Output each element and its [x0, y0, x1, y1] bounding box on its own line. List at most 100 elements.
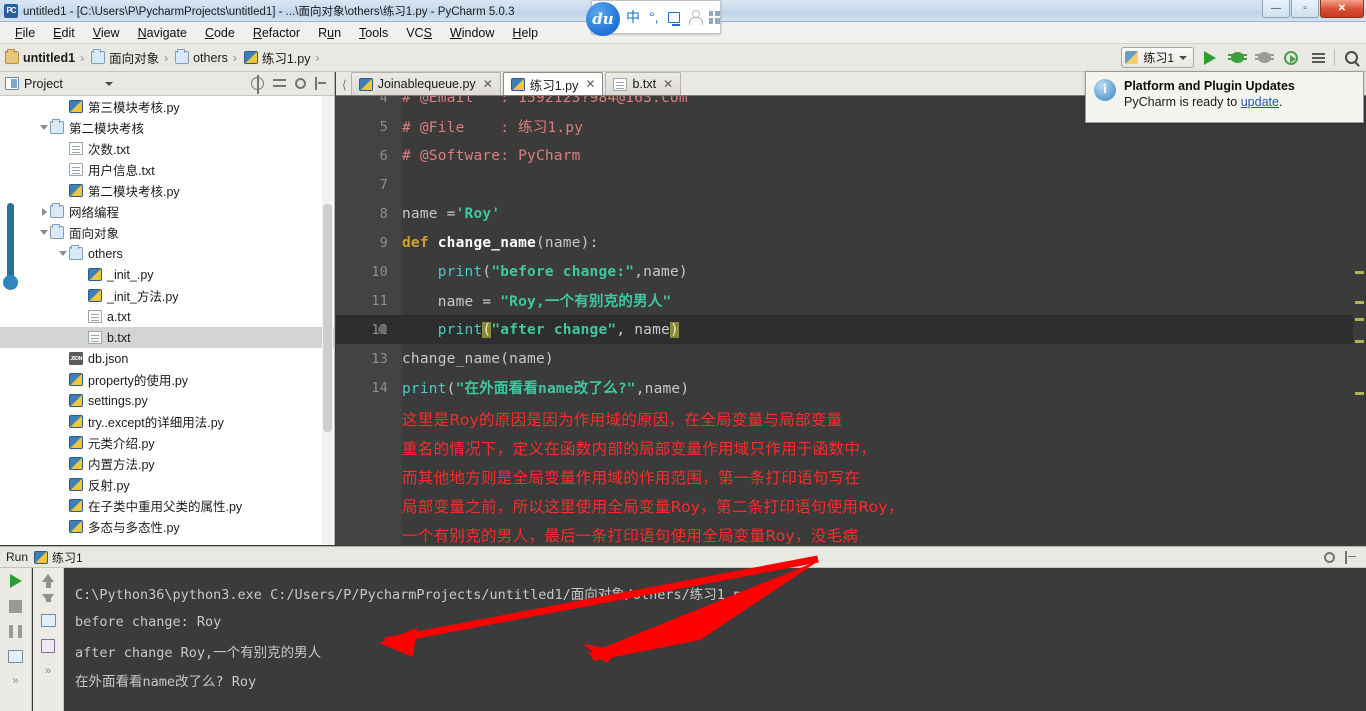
scroll-down-button[interactable] — [42, 594, 54, 602]
run-panel-config[interactable]: 练习1 — [34, 549, 83, 566]
menu-item-vcs[interactable]: VCS — [397, 24, 441, 42]
menu-item-window[interactable]: Window — [441, 24, 503, 42]
tab-scroll-left-icon[interactable]: ⟨ — [342, 78, 347, 92]
tree-item[interactable]: 用户信息.txt — [0, 159, 334, 180]
run-button[interactable] — [1199, 47, 1221, 69]
maximize-button[interactable]: ▫ — [1291, 0, 1319, 18]
tree-item[interactable]: 多态与多态性.py — [0, 516, 334, 537]
tree-item[interactable]: a.txt — [0, 306, 334, 327]
tree-item[interactable]: 反射.py — [0, 474, 334, 495]
tree-item[interactable]: 次数.txt — [0, 138, 334, 159]
code-line-6[interactable]: 6 # @Software: PyCharm — [336, 141, 1366, 170]
tree-item[interactable]: 第二模块考核.py — [0, 180, 334, 201]
notification-balloon[interactable]: i Platform and Plugin Updates PyCharm is… — [1085, 71, 1364, 123]
editor-tab-2[interactable]: b.txt ✕ — [605, 72, 682, 95]
tree-item[interactable]: 在子类中重用父类的属性.py — [0, 495, 334, 516]
project-tree-panel[interactable]: 第三模块考核.py 第二模块考核 次数.txt 用户信息.txt 第二模块考核.py 网络… — [0, 96, 335, 545]
scroll-up-button[interactable] — [42, 574, 54, 588]
warning-marker[interactable] — [1355, 340, 1364, 343]
project-scrollbar[interactable] — [322, 96, 333, 545]
menu-item-help[interactable]: Help — [503, 24, 547, 42]
ime-chinese-mode-icon[interactable]: 中 — [626, 7, 640, 27]
person-icon[interactable] — [689, 10, 704, 25]
keyboard-icon[interactable] — [667, 11, 680, 26]
breadcrumb-item-0[interactable]: untitled1 — [5, 49, 75, 65]
baidu-ime-logo[interactable]: du — [586, 2, 620, 36]
tree-item[interactable]: _init_.py — [0, 264, 334, 285]
tree-item[interactable]: 网络编程 — [0, 201, 334, 222]
tree-item[interactable]: JSON db.json — [0, 348, 334, 369]
print-button[interactable] — [8, 650, 23, 663]
chevron-down-icon[interactable] — [104, 81, 113, 86]
coverage-button[interactable] — [1253, 47, 1275, 69]
menu-item-refactor[interactable]: Refactor — [244, 24, 309, 42]
clear-all-button[interactable] — [41, 639, 55, 653]
close-icon[interactable]: ✕ — [483, 77, 493, 91]
warning-marker[interactable] — [1355, 271, 1364, 274]
target-icon[interactable] — [251, 75, 264, 94]
tree-item[interactable]: 第三模块考核.py — [0, 96, 334, 117]
close-icon[interactable]: ✕ — [585, 77, 595, 91]
menu-item-edit[interactable]: Edit — [44, 24, 84, 42]
code-line-12[interactable]: 12 print("after change", name) — [336, 315, 1366, 344]
code-line-10[interactable]: 10 print("before change:",name) — [336, 257, 1366, 286]
grid-icon[interactable] — [708, 10, 721, 24]
warning-marker[interactable] — [1355, 392, 1364, 395]
code-line-13[interactable]: 13 change_name(name) — [336, 344, 1366, 373]
run-console-output[interactable]: C:\Python36\python3.exe C:/Users/P/Pycha… — [65, 568, 1366, 711]
tree-item[interactable]: others — [0, 243, 334, 264]
code-editor[interactable]: 4 # @Email : 1592123?984@163.com 5 # @File … — [336, 96, 1366, 545]
hide-panel-icon[interactable] — [315, 77, 328, 90]
run-configuration-selector[interactable]: 练习1 — [1121, 47, 1194, 68]
code-line-14[interactable]: 14 print("在外面看看name改了么?",name) — [336, 373, 1366, 402]
breadcrumb-item-1[interactable]: 面向对象 — [91, 48, 159, 67]
tree-item[interactable]: b.txt — [0, 327, 334, 348]
menu-item-run[interactable]: Run — [309, 24, 350, 42]
menu-item-tools[interactable]: Tools — [350, 24, 397, 42]
settings-gear-icon[interactable] — [1324, 551, 1335, 563]
hide-panel-icon[interactable] — [1345, 550, 1358, 564]
chevron-right-icon[interactable] — [38, 206, 50, 218]
soft-wrap-button[interactable] — [40, 614, 56, 627]
ime-punctuation-icon[interactable]: °, — [649, 9, 659, 25]
minimize-button[interactable]: — — [1262, 0, 1290, 18]
warning-marker[interactable] — [1355, 301, 1364, 304]
menu-item-code[interactable]: Code — [196, 24, 244, 42]
tree-item[interactable]: property的使用.py — [0, 369, 334, 390]
stop-button[interactable] — [9, 600, 22, 613]
ime-floating-toolbar[interactable]: du 中 °, — [586, 0, 721, 36]
code-line-9[interactable]: 9 def change_name(name): — [336, 228, 1366, 257]
collapse-all-icon[interactable] — [273, 77, 286, 90]
tree-item[interactable]: _init_方法.py — [0, 285, 334, 306]
tree-item[interactable]: 元类介绍.py — [0, 432, 334, 453]
update-link[interactable]: update — [1241, 95, 1279, 109]
editor-tab-0[interactable]: Joinablequeue.py ✕ — [350, 72, 501, 95]
code-line-7[interactable]: 7 — [336, 170, 1366, 199]
editor-vertical-scrollbar[interactable] — [1353, 96, 1366, 545]
chevron-down-icon[interactable] — [38, 122, 50, 134]
code-line-8[interactable]: 8 name ='Roy' — [336, 199, 1366, 228]
breadcrumb-item-3[interactable]: 练习1.py — [243, 48, 311, 67]
profile-button[interactable] — [1280, 47, 1302, 69]
breakpoint-marker[interactable] — [378, 325, 387, 334]
expand-more-icon[interactable]: » — [45, 665, 51, 677]
close-icon[interactable]: ✕ — [663, 77, 673, 91]
editor-tab-1[interactable]: 练习1.py ✕ — [502, 72, 604, 95]
close-button[interactable]: ✕ — [1320, 0, 1364, 18]
expand-more-icon[interactable]: » — [12, 675, 18, 687]
run-with-console-button[interactable] — [1307, 47, 1329, 69]
menu-item-navigate[interactable]: Navigate — [129, 24, 196, 42]
breadcrumb-item-2[interactable]: others — [175, 49, 228, 65]
tree-item[interactable]: 面向对象 — [0, 222, 334, 243]
code-line-11[interactable]: 11 name = "Roy,一个有别克的男人" — [336, 286, 1366, 315]
tree-item[interactable]: 第二模块考核 — [0, 117, 334, 138]
tree-item[interactable]: settings.py — [0, 390, 334, 411]
rerun-button[interactable] — [9, 574, 22, 588]
pause-button[interactable] — [9, 625, 22, 638]
chevron-down-icon[interactable] — [38, 227, 50, 239]
chevron-down-icon[interactable] — [57, 248, 69, 260]
settings-gear-icon[interactable] — [295, 78, 306, 89]
tree-item[interactable]: try..except的详细用法.py — [0, 411, 334, 432]
debug-button[interactable] — [1226, 47, 1248, 69]
menu-item-view[interactable]: View — [84, 24, 129, 42]
